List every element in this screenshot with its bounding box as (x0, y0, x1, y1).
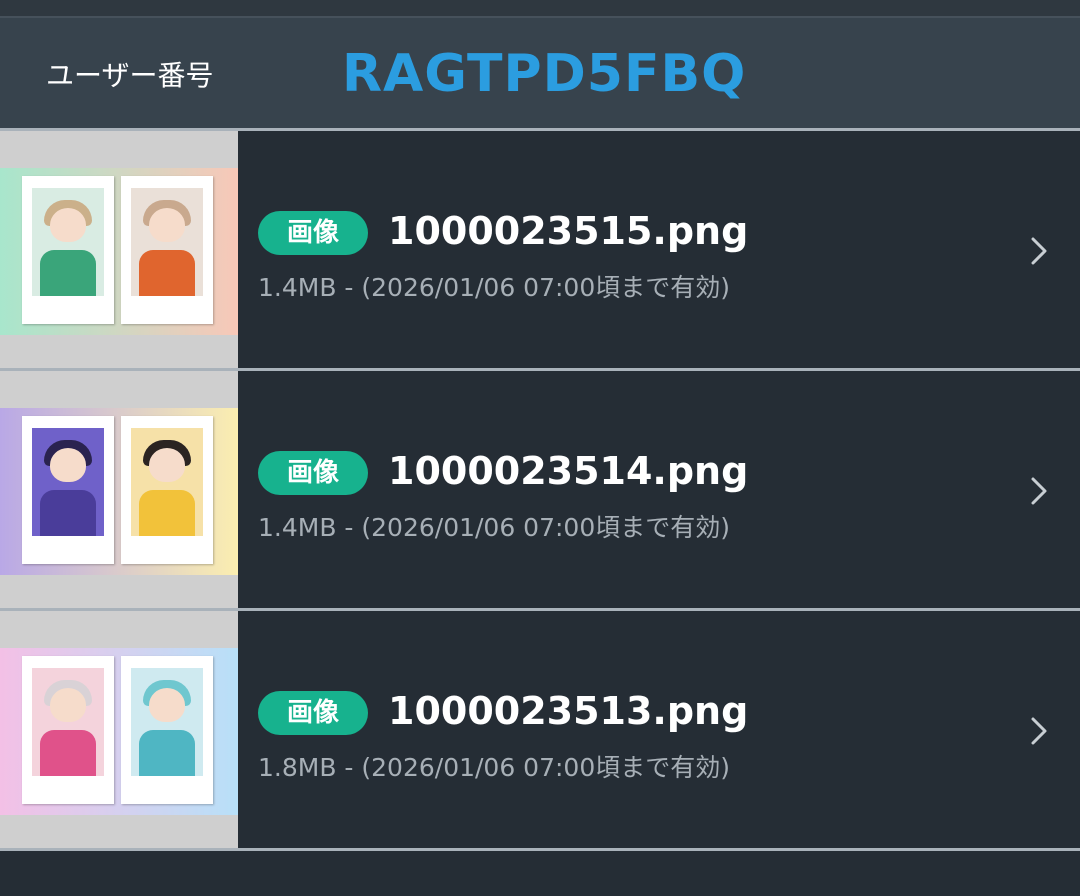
file-thumbnail (0, 131, 238, 368)
image-type-badge: 画像 (258, 451, 368, 495)
file-thumbnail (0, 611, 238, 848)
file-name: 1000023514.png (388, 449, 749, 493)
thumbnail-image (0, 408, 238, 575)
chevron-right-icon (1031, 717, 1047, 745)
user-header: ユーザー番号 RAGTPD5FBQ (0, 18, 1080, 131)
file-row[interactable]: 画像 1000023515.png 1.4MB - (2026/01/06 07… (0, 131, 1080, 371)
file-row[interactable]: 画像 1000023514.png 1.4MB - (2026/01/06 07… (0, 371, 1080, 611)
user-number-label: ユーザー番号 (46, 59, 214, 92)
user-number-value: RAGTPD5FBQ (342, 44, 747, 104)
top-strip (0, 0, 1080, 18)
file-row[interactable]: 画像 1000023513.png 1.8MB - (2026/01/06 07… (0, 611, 1080, 851)
file-meta: 1.4MB - (2026/01/06 07:00頃まで有効) (258, 513, 730, 542)
chevron-right-icon (1031, 477, 1047, 505)
thumbnail-image (0, 648, 238, 815)
image-type-badge: 画像 (258, 211, 368, 255)
chevron-right-icon (1031, 237, 1047, 265)
image-type-badge: 画像 (258, 691, 368, 735)
bottom-area (0, 853, 1080, 896)
file-thumbnail (0, 371, 238, 608)
file-name: 1000023515.png (388, 209, 749, 253)
thumbnail-image (0, 168, 238, 335)
file-name: 1000023513.png (388, 689, 749, 733)
file-list: 画像 1000023515.png 1.4MB - (2026/01/06 07… (0, 131, 1080, 851)
file-meta: 1.4MB - (2026/01/06 07:00頃まで有効) (258, 273, 730, 302)
file-meta: 1.8MB - (2026/01/06 07:00頃まで有効) (258, 753, 730, 782)
